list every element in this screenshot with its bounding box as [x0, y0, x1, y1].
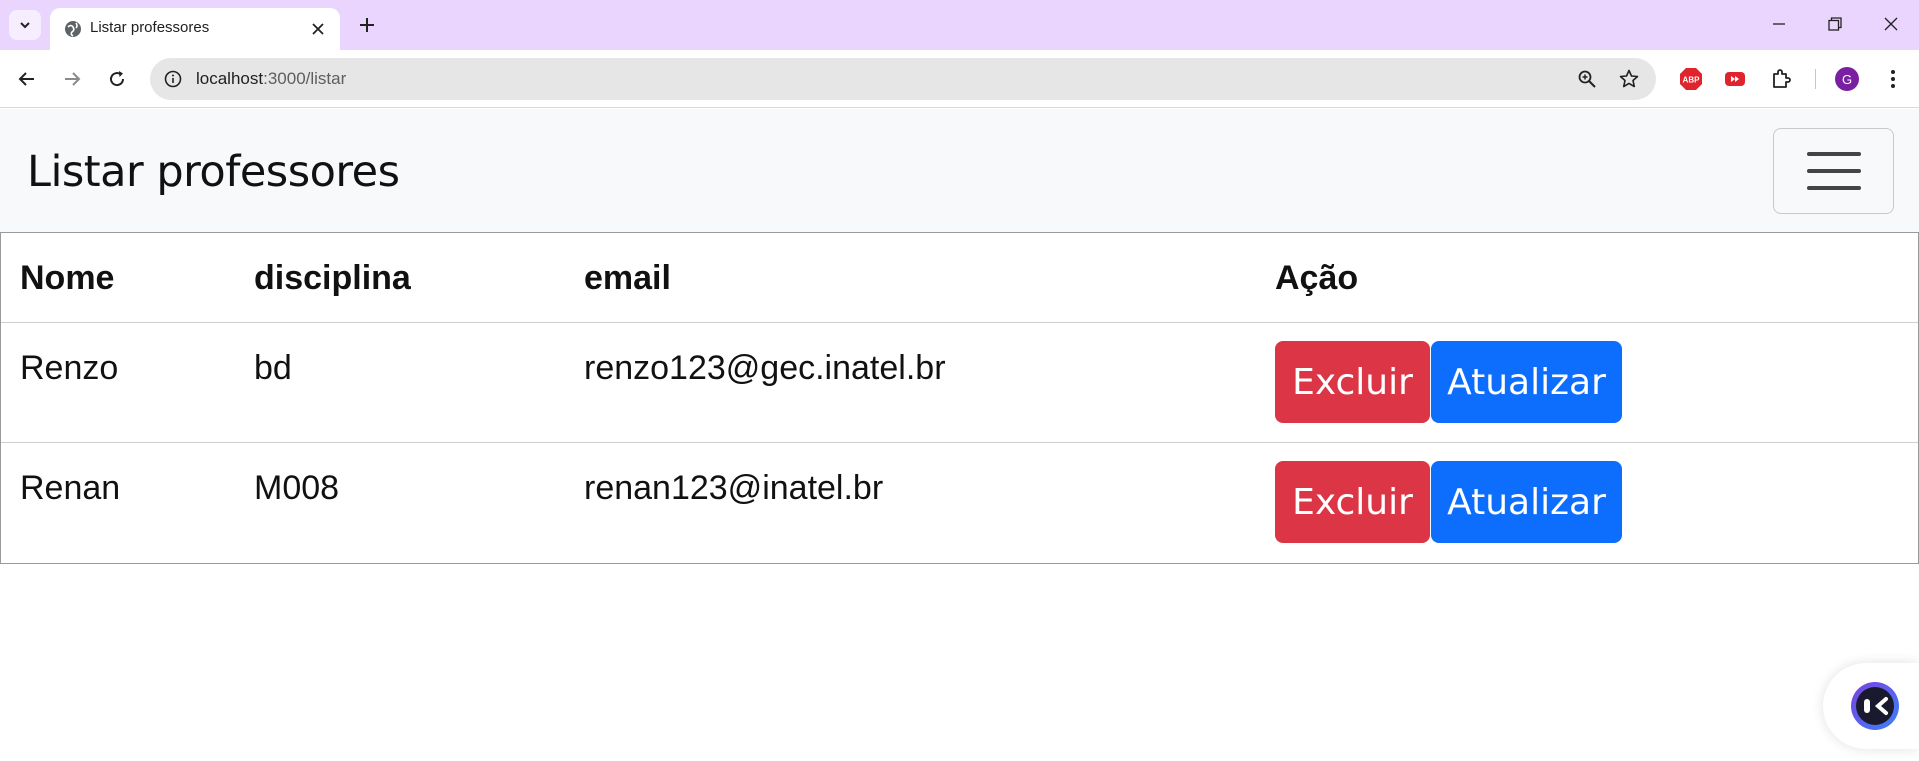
- zoom-button[interactable]: [1574, 66, 1600, 92]
- back-button[interactable]: [10, 62, 44, 96]
- table-header-row: Nome disciplina email Ação: [1, 233, 1918, 323]
- star-icon: [1619, 69, 1639, 88]
- cell-nome: Renan: [20, 469, 121, 507]
- forward-icon: [65, 72, 81, 86]
- professors-table: Nome disciplina email Ação Renzo bd renz…: [0, 232, 1919, 564]
- toolbar-divider: [1815, 69, 1816, 89]
- site-info-button[interactable]: [160, 66, 186, 92]
- cell-nome: Renzo: [20, 349, 119, 387]
- cell-email: renzo123@gec.inatel.br: [584, 349, 946, 387]
- hamburger-icon: [1806, 152, 1861, 156]
- browser-menu-button[interactable]: [1879, 65, 1907, 93]
- table-row: Renan M008 renan123@inatel.br Excluir At…: [1, 443, 1918, 563]
- delete-button[interactable]: Excluir: [1275, 461, 1430, 543]
- update-button[interactable]: Atualizar: [1431, 461, 1622, 543]
- url-path: :3000/listar: [263, 69, 347, 88]
- adblock-icon: ABP: [1680, 68, 1702, 90]
- youtube-extension[interactable]: [1721, 65, 1749, 93]
- back-icon: [18, 72, 34, 86]
- header-disciplina: disciplina: [254, 259, 411, 297]
- avatar: G: [1835, 67, 1859, 91]
- header-email: email: [584, 259, 671, 297]
- reload-icon: [110, 71, 125, 87]
- navbar-toggler-button[interactable]: [1773, 128, 1894, 214]
- assistant-widget[interactable]: [1823, 663, 1919, 749]
- hamburger-icon-line: [1806, 186, 1861, 190]
- tab-title: Listar professores: [90, 19, 210, 36]
- zoom-icon: [1578, 70, 1596, 88]
- page-title[interactable]: Listar professores: [27, 147, 400, 197]
- assistant-icon: [1851, 682, 1899, 730]
- url-text: localhost:3000/listar: [196, 69, 346, 89]
- reload-button[interactable]: [100, 62, 134, 96]
- profile-button[interactable]: G: [1833, 65, 1861, 93]
- tab-search-button[interactable]: [9, 10, 41, 40]
- info-icon: [164, 70, 182, 88]
- close-icon: [312, 23, 324, 35]
- browser-toolbar: localhost:3000/listar ABP G: [0, 50, 1919, 108]
- header-nome: Nome: [20, 259, 115, 297]
- cell-email: renan123@inatel.br: [584, 469, 884, 507]
- bookmark-button[interactable]: [1616, 66, 1642, 92]
- extensions-icon: [1773, 69, 1791, 88]
- menu-icon: [1891, 70, 1895, 88]
- url-host: localhost: [196, 69, 264, 88]
- close-window-button[interactable]: [1863, 0, 1919, 48]
- forward-button[interactable]: [55, 62, 89, 96]
- plus-icon: [360, 18, 374, 32]
- extensions-button[interactable]: [1767, 65, 1795, 93]
- chevron-down-icon: [20, 22, 30, 29]
- table-row: Renzo bd renzo123@gec.inatel.br Excluir …: [1, 323, 1918, 443]
- adblock-extension[interactable]: ABP: [1677, 65, 1705, 93]
- minimize-button[interactable]: [1751, 0, 1807, 48]
- close-icon: [1884, 17, 1898, 31]
- delete-button[interactable]: Excluir: [1275, 341, 1430, 423]
- browser-tab[interactable]: Listar professores: [50, 8, 340, 50]
- close-tab-button[interactable]: [306, 17, 330, 41]
- globe-icon: [65, 21, 81, 37]
- header-acao: Ação: [1275, 259, 1359, 297]
- tab-strip: Listar professores: [0, 0, 1919, 50]
- cell-disciplina: M008: [254, 469, 340, 507]
- hamburger-icon-line: [1806, 169, 1861, 173]
- youtube-ext-icon: [1725, 72, 1745, 86]
- cell-disciplina: bd: [254, 349, 292, 387]
- new-tab-button[interactable]: [352, 10, 382, 40]
- svg-text:ABP: ABP: [1683, 76, 1701, 85]
- restore-button[interactable]: [1807, 0, 1863, 48]
- restore-icon: [1828, 17, 1842, 31]
- update-button[interactable]: Atualizar: [1431, 341, 1622, 423]
- navbar: Listar professores: [0, 109, 1919, 232]
- address-bar[interactable]: localhost:3000/listar: [150, 58, 1656, 100]
- minimize-icon: [1773, 23, 1785, 25]
